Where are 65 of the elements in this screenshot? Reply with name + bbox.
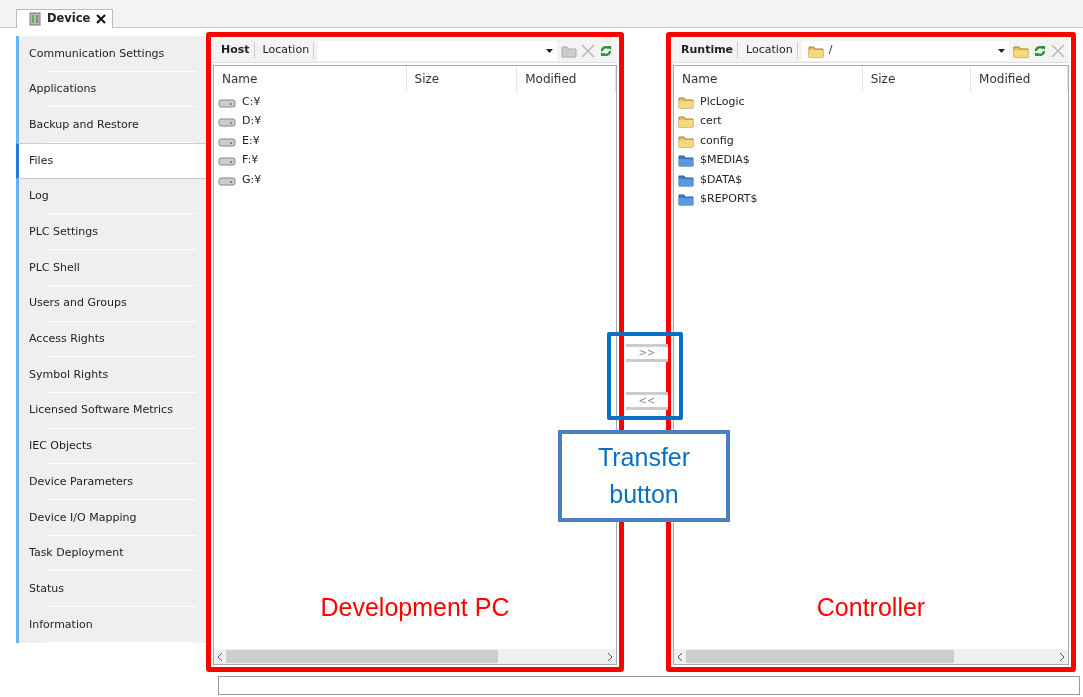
- file-name[interactable]: D:¥: [242, 113, 262, 130]
- transfer-button[interactable]: <<: [626, 392, 668, 410]
- column-header[interactable]: Modified: [517, 66, 616, 92]
- refresh-icon[interactable]: [599, 43, 613, 58]
- column-header[interactable]: Modified: [971, 66, 1068, 92]
- close-icon[interactable]: [96, 14, 107, 24]
- scroll-right-icon[interactable]: [607, 652, 613, 661]
- annotation-label: Controller: [815, 591, 927, 623]
- sidebar-item[interactable]: Device Parameters: [16, 464, 206, 500]
- refresh-icon[interactable]: [1033, 43, 1047, 58]
- file-name[interactable]: $MEDIA$: [700, 152, 750, 169]
- path-field[interactable]: /: [801, 40, 1009, 61]
- folder-icon: [678, 172, 694, 187]
- file-name[interactable]: G:¥: [242, 171, 262, 188]
- sidebar-item[interactable]: Communication Settings: [16, 36, 206, 72]
- sidebar-item[interactable]: PLC Settings: [16, 214, 206, 251]
- folder-icon: [678, 133, 694, 148]
- file-name[interactable]: C:¥: [242, 93, 261, 110]
- location-label: Location: [742, 42, 798, 59]
- transfer-button[interactable]: >>: [626, 344, 668, 362]
- sidebar-item[interactable]: Log: [16, 178, 206, 215]
- file-name[interactable]: config: [700, 132, 734, 149]
- sidebar-item[interactable]: PLC Shell: [16, 250, 206, 286]
- new-folder-icon[interactable]: [1013, 43, 1029, 58]
- sidebar-item[interactable]: Status: [16, 571, 206, 607]
- column-header[interactable]: Name: [214, 66, 407, 92]
- scroll-left-icon[interactable]: [677, 652, 683, 661]
- sidebar-item[interactable]: IEC Objects: [16, 428, 206, 465]
- location-label: Location: [258, 42, 315, 59]
- sidebar-item[interactable]: Files: [16, 143, 206, 179]
- file-name[interactable]: E:¥: [242, 132, 260, 149]
- sidebar-item[interactable]: Licensed Software Metrics: [16, 392, 206, 429]
- sidebar-item[interactable]: Device I/O Mapping: [16, 499, 206, 536]
- annotation-label: Development PC: [319, 591, 511, 623]
- folder-icon: [678, 192, 694, 207]
- file-name[interactable]: cert: [700, 113, 722, 130]
- folder-icon: [678, 153, 694, 168]
- scroll-right-icon[interactable]: [1059, 652, 1065, 661]
- horizontal-scrollbar[interactable]: [674, 649, 1068, 664]
- sidebar-item[interactable]: Users and Groups: [16, 285, 206, 322]
- column-header[interactable]: Size: [862, 66, 972, 92]
- column-header[interactable]: Name: [674, 66, 863, 92]
- sidebar-item[interactable]: Access Rights: [16, 321, 206, 358]
- dropdown-caret-icon[interactable]: [546, 48, 553, 53]
- horizontal-scrollbar[interactable]: [214, 649, 616, 664]
- file-name[interactable]: F:¥: [242, 152, 259, 169]
- file-name[interactable]: PlcLogic: [700, 93, 745, 110]
- file-name[interactable]: $DATA$: [700, 171, 743, 188]
- folder-icon: [678, 94, 694, 109]
- folder-icon: [678, 114, 694, 129]
- folder-icon: [807, 43, 824, 58]
- sidebar-item[interactable]: Applications: [16, 71, 206, 108]
- scroll-left-icon[interactable]: [217, 652, 223, 661]
- message-field[interactable]: [218, 676, 1080, 695]
- sidebar-item[interactable]: Information: [16, 607, 206, 643]
- panel-label: Host: [217, 42, 255, 59]
- file-name[interactable]: $REPORT$: [700, 191, 758, 208]
- sidebar-item[interactable]: Backup and Restore: [16, 107, 206, 144]
- sidebar-item[interactable]: Symbol Rights: [16, 357, 206, 393]
- path-field[interactable]: [318, 40, 557, 61]
- sidebar-item[interactable]: Task Deployment: [16, 535, 206, 572]
- dropdown-caret-icon[interactable]: [998, 48, 1005, 53]
- callout-label: Transfer button: [558, 430, 730, 522]
- column-header[interactable]: Size: [406, 66, 518, 92]
- panel-label: Runtime: [677, 42, 739, 59]
